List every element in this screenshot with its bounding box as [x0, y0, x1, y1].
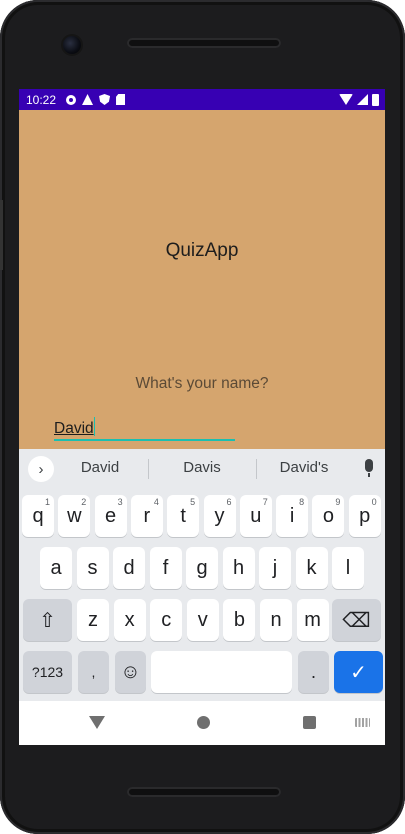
key-label: q: [32, 504, 44, 527]
key-t[interactable]: t5: [167, 495, 200, 537]
key-u[interactable]: u7: [239, 495, 272, 537]
name-input-value: David: [54, 420, 94, 437]
suggestion-3[interactable]: David's: [269, 459, 339, 476]
key-label: t: [180, 504, 186, 527]
key-e[interactable]: e3: [94, 495, 127, 537]
key-n[interactable]: n: [260, 599, 292, 641]
key-number-hint: 2: [81, 497, 87, 507]
key-number-hint: 5: [190, 497, 196, 507]
key-label: r: [143, 504, 151, 527]
key-o[interactable]: o9: [312, 495, 345, 537]
battery-icon: [372, 93, 379, 106]
key-number-hint: 8: [299, 497, 305, 507]
key-number-hint: 9: [335, 497, 341, 507]
key-w[interactable]: w2: [58, 495, 91, 537]
expand-suggestions-button[interactable]: ›: [28, 456, 54, 482]
keyboard-switcher-icon[interactable]: [355, 718, 370, 727]
sd-card-icon: [116, 94, 126, 105]
enter-key[interactable]: ✓: [334, 651, 383, 693]
key-p[interactable]: p0: [348, 495, 381, 537]
suggestion-divider: [256, 459, 257, 479]
key-a[interactable]: a: [40, 547, 72, 589]
period-key[interactable]: .: [298, 651, 329, 693]
settings-icon: [66, 94, 77, 105]
key-label: u: [250, 504, 262, 527]
soft-keyboard: › David Davis David's q1w2e3r4t5y6u7i8o9…: [19, 449, 385, 701]
symbols-key[interactable]: ?123: [23, 651, 72, 693]
back-icon[interactable]: [89, 716, 105, 729]
key-m[interactable]: m: [296, 599, 329, 641]
key-label: e: [105, 504, 117, 527]
notification-icons: [66, 94, 126, 105]
emoji-key[interactable]: ☺: [115, 651, 146, 693]
suggestion-2[interactable]: Davis: [169, 459, 235, 476]
system-icons: [339, 93, 379, 106]
key-number-hint: 7: [262, 497, 268, 507]
microphone-icon[interactable]: [365, 459, 373, 477]
comma-key[interactable]: ,: [78, 651, 109, 693]
key-k[interactable]: k: [295, 547, 328, 589]
backspace-key[interactable]: ⌫: [332, 599, 381, 641]
key-label: i: [289, 504, 295, 527]
home-icon[interactable]: [197, 716, 210, 729]
key-q[interactable]: q1: [22, 495, 54, 537]
key-number-hint: 4: [153, 497, 159, 507]
key-number-hint: 0: [371, 497, 377, 507]
key-x[interactable]: x: [113, 599, 146, 641]
suggestion-1[interactable]: David: [67, 459, 133, 476]
key-g[interactable]: g: [186, 547, 218, 589]
recents-icon[interactable]: [303, 716, 316, 729]
screen: 10:22 QuizApp What's your name? David › …: [19, 89, 385, 745]
shield-icon: [99, 94, 111, 105]
key-d[interactable]: d: [113, 547, 145, 589]
key-number-hint: 6: [226, 497, 232, 507]
key-number-hint: 1: [44, 497, 50, 507]
text-caret: [93, 417, 96, 436]
key-number-hint: 3: [117, 497, 123, 507]
key-label: w: [67, 504, 82, 527]
key-r[interactable]: r4: [130, 495, 163, 537]
key-i[interactable]: i8: [276, 495, 309, 537]
key-label: o: [322, 504, 334, 527]
wifi-icon: [339, 94, 353, 105]
key-s[interactable]: s: [76, 547, 109, 589]
status-bar: 10:22: [19, 89, 385, 110]
earpiece-speaker: [127, 38, 281, 48]
signal-icon: [357, 94, 368, 105]
key-f[interactable]: f: [149, 547, 182, 589]
app-notification-icon: [82, 94, 94, 105]
key-y[interactable]: y6: [203, 495, 236, 537]
key-label: y: [214, 504, 225, 527]
name-input[interactable]: David: [54, 417, 235, 441]
key-l[interactable]: l: [332, 547, 364, 589]
bottom-speaker: [127, 787, 281, 797]
key-b[interactable]: b: [223, 599, 256, 641]
key-h[interactable]: h: [222, 547, 255, 589]
key-j[interactable]: j: [259, 547, 291, 589]
navigation-bar: [19, 701, 385, 745]
name-prompt: What's your name?: [135, 375, 269, 392]
status-time: 10:22: [26, 92, 57, 107]
key-c[interactable]: c: [150, 599, 183, 641]
shift-key[interactable]: ⇧: [23, 599, 72, 641]
key-z[interactable]: z: [77, 599, 109, 641]
suggestion-strip: › David Davis David's: [19, 449, 385, 487]
key-label: p: [359, 504, 371, 527]
key-v[interactable]: v: [186, 599, 219, 641]
suggestion-divider: [148, 459, 149, 479]
front-camera: [63, 36, 81, 54]
app-title: QuizApp: [165, 240, 239, 261]
space-key[interactable]: [151, 651, 292, 693]
phone-frame: 10:22 QuizApp What's your name? David › …: [0, 0, 405, 834]
side-button: [0, 200, 3, 270]
